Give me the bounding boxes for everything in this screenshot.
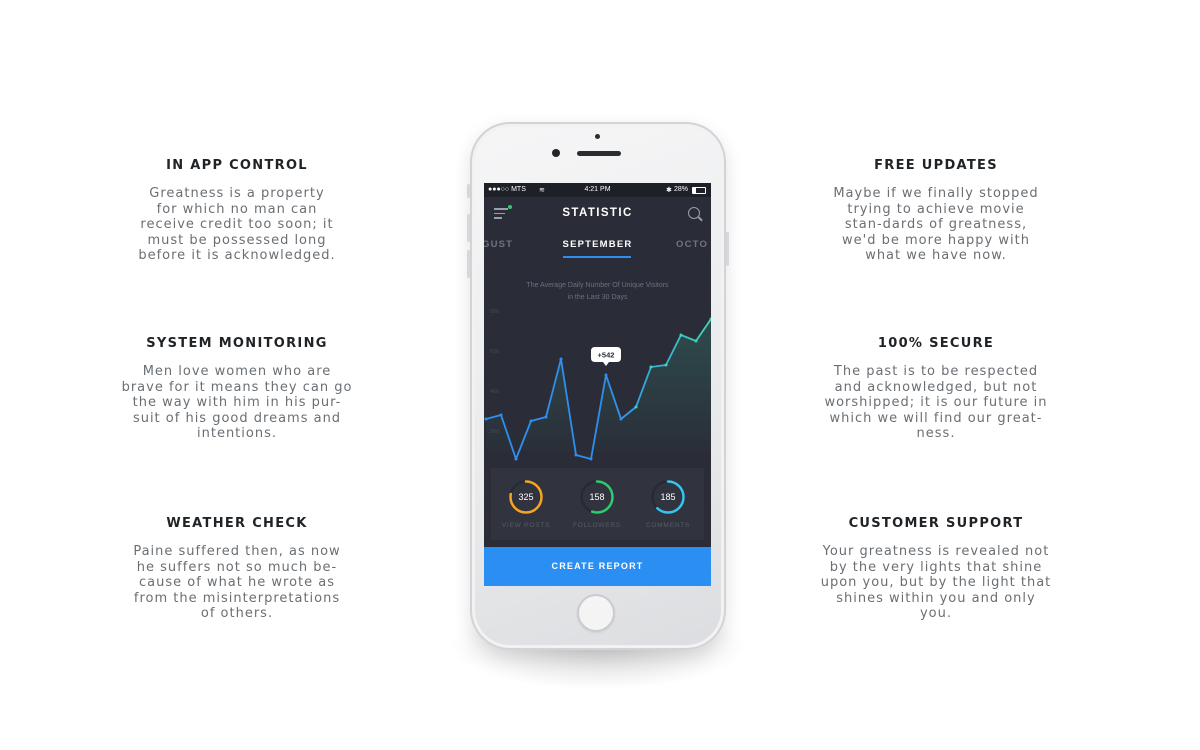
data-point [544,415,548,419]
active-tab-underline [563,256,631,258]
data-point [574,453,578,457]
data-point [484,417,488,421]
feature-text: Maybe if we finally stopped trying to ac… [833,186,1039,264]
data-point [559,357,563,361]
data-point [499,413,503,417]
battery-percent: 28% [674,186,689,193]
feature-free-updates: FREE UPDATES Maybe if we finally stopped… [816,158,1056,264]
tab-month-next[interactable]: OCTO [676,239,708,250]
home-button[interactable] [577,594,615,632]
data-point [604,373,608,377]
feature-title: WEATHER CHECK [166,516,308,531]
feature-text: The past is to be respected and acknowle… [824,364,1048,442]
chart-area-fill [486,319,711,459]
stat-value: 325 [518,492,534,502]
stat-view-posts[interactable]: 325 VIEW POSTS [496,478,556,529]
phone-mockup: ●●●○○ MTS ≋ 4:21 PM ✱ 28% STATISTIC GUST… [467,122,729,650]
battery-icon [692,187,706,194]
y-tick-label: 600 [490,349,499,355]
feature-title: SYSTEM MONITORING [146,336,328,351]
front-camera [552,149,560,157]
proximity-sensor [595,134,600,139]
data-point [619,417,623,421]
data-point [529,419,533,423]
data-point [664,363,668,367]
stat-value: 158 [589,492,605,502]
visitors-chart: The Average Daily Number Of Unique Visit… [484,271,711,466]
data-point [694,339,698,343]
feature-text: Paine suffered then, as now he suffers n… [133,544,341,622]
status-bar: ●●●○○ MTS ≋ 4:21 PM ✱ 28% [484,183,711,197]
bluetooth-icon: ✱ [666,187,672,194]
feature-title: CUSTOMER SUPPORT [848,516,1024,531]
stat-label: VIEW POSTS [501,522,551,529]
stat-label: FOLLOWERS [572,522,621,529]
line-chart-svg: 800600400200+542 [484,309,711,461]
feature-system-monitoring: SYSTEM MONITORING Men love women who are… [117,336,357,442]
tooltip-text: +542 [598,351,615,360]
feature-in-app-control: IN APP CONTROL Greatness is a property f… [117,158,357,264]
create-report-button[interactable]: CREATE REPORT [484,547,711,586]
y-tick-label: 800 [490,309,499,315]
search-icon[interactable] [688,207,700,219]
feature-text: Men love women who are brave for it mean… [121,364,353,442]
volume-up-button [467,214,470,242]
volume-down-button [467,250,470,278]
tooltip-bubble: +542 [591,347,621,366]
feature-text: Greatness is a property for which no man… [138,186,336,264]
stat-followers[interactable]: 158 FOLLOWERS [567,478,627,529]
feature-weather-check: WEATHER CHECK Paine suffered then, as no… [117,516,357,622]
power-button [726,232,729,266]
stats-panel: 325 VIEW POSTS 158 FOLLOWERS 185 COMMENT… [491,468,704,540]
mute-switch [467,184,470,198]
y-tick-label: 400 [490,389,499,395]
feature-100-secure: 100% SECURE The past is to be respected … [816,336,1056,442]
feature-title: 100% SECURE [877,336,995,351]
month-tabs: GUST SEPTEMBER OCTO [484,231,711,261]
data-point [649,365,653,369]
stat-label: COMMENTS [645,522,691,529]
feature-title: IN APP CONTROL [166,158,308,173]
feature-customer-support: CUSTOMER SUPPORT Your greatness is revea… [816,516,1056,622]
feature-text: Your greatness is revealed not by the ve… [820,544,1052,622]
earpiece-speaker [577,151,621,156]
stat-value: 185 [660,492,676,502]
data-point [514,457,518,461]
data-point [589,457,593,461]
feature-title: FREE UPDATES [874,158,998,173]
stat-comments[interactable]: 185 COMMENTS [638,478,698,529]
data-point [634,405,638,409]
app-screen: ●●●○○ MTS ≋ 4:21 PM ✱ 28% STATISTIC GUST… [484,183,711,586]
data-point [679,333,683,337]
app-header: STATISTIC [484,197,711,225]
page-title: STATISTIC [562,207,633,219]
